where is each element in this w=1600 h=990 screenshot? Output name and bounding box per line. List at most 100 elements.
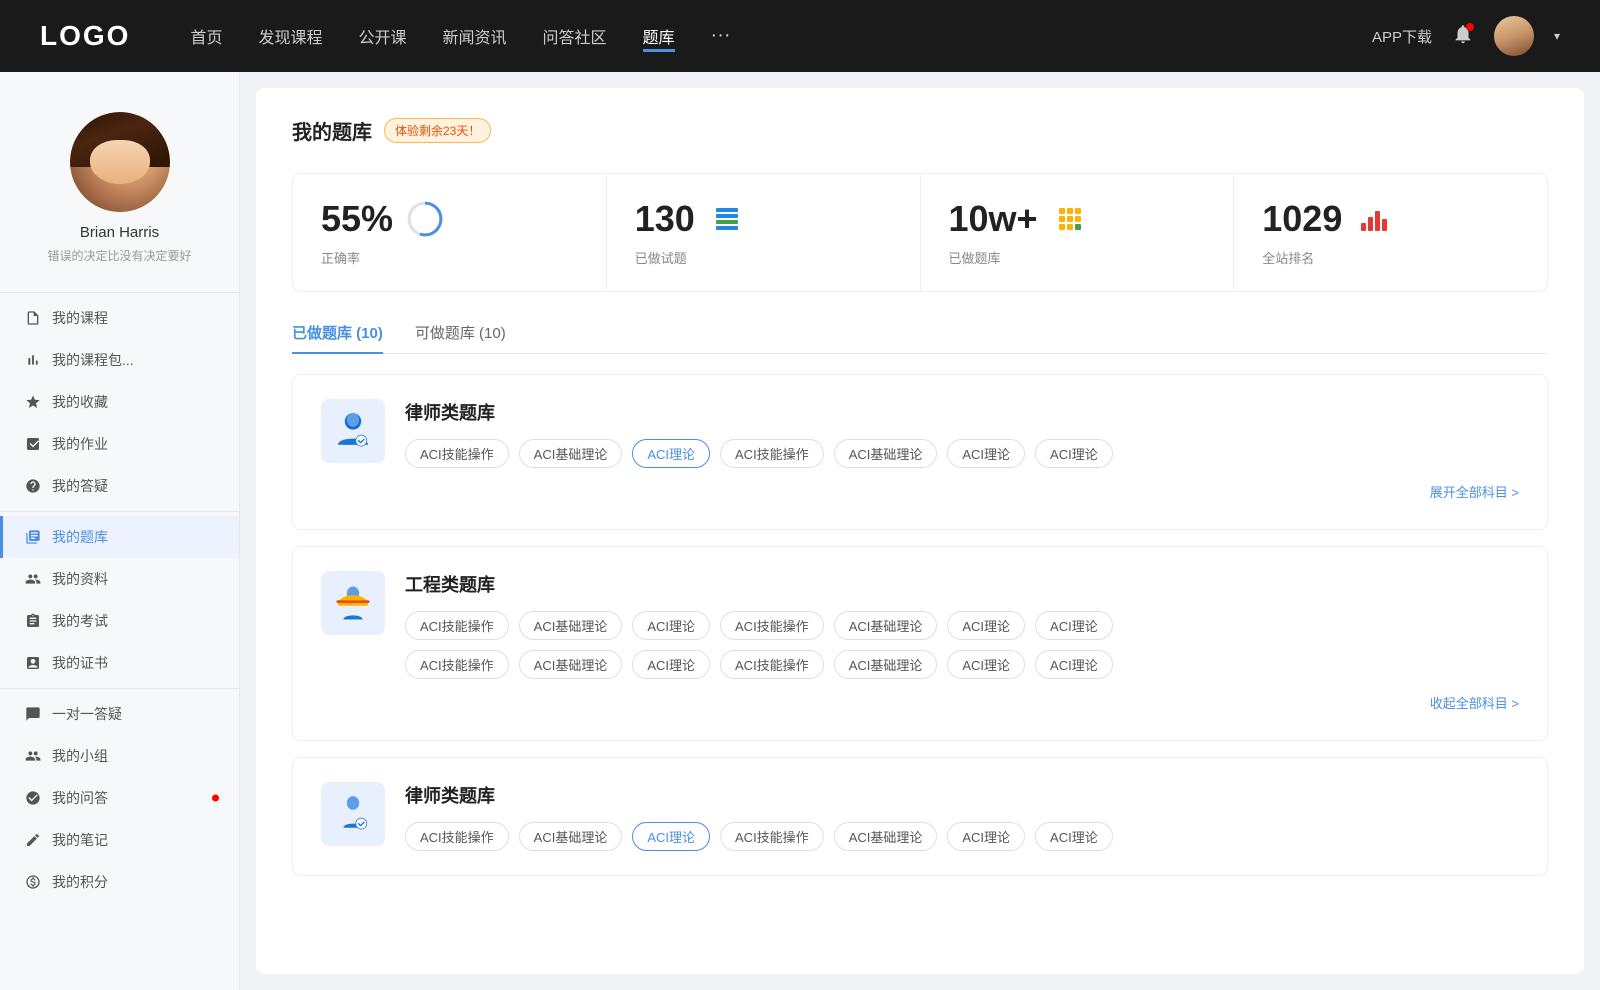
sidebar-label-my-course: 我的课程: [52, 308, 108, 328]
qbank-card-lawyer-2: 律师类题库 ACI技能操作 ACI基础理论 ACI理论 ACI技能操作 ACI基…: [292, 757, 1548, 876]
tab-done-qbanks[interactable]: 已做题库 (10): [292, 322, 383, 353]
avatar: [70, 112, 170, 212]
tab-available-qbanks[interactable]: 可做题库 (10): [415, 322, 506, 353]
sidebar-item-my-points[interactable]: 我的积分: [0, 861, 239, 903]
sidebar-label-favorites: 我的收藏: [52, 392, 108, 412]
nav-more[interactable]: ···: [711, 20, 731, 52]
sidebar-item-my-course[interactable]: 我的课程: [0, 297, 239, 339]
stat-rank-value: 1029: [1262, 198, 1342, 240]
nav-news[interactable]: 新闻资讯: [443, 20, 507, 52]
tag-2-5[interactable]: ACI理论: [947, 822, 1025, 851]
tag-1-5[interactable]: ACI理论: [947, 611, 1025, 640]
sidebar-item-my-cert[interactable]: 我的证书: [0, 642, 239, 684]
resource-icon: [24, 570, 42, 588]
nav-open-course[interactable]: 公开课: [358, 20, 406, 52]
tag-2-0[interactable]: ACI技能操作: [405, 822, 509, 851]
tag-1-r2-0[interactable]: ACI技能操作: [405, 650, 509, 679]
stat-done-questions: 130 已做试题: [607, 174, 921, 291]
file-icon: [24, 309, 42, 327]
expand-link-row-1: 展开全部科目 >: [405, 478, 1519, 505]
tag-0-6[interactable]: ACI理论: [1035, 439, 1113, 468]
sidebar-divider-3: [0, 688, 239, 689]
app-download-button[interactable]: APP下载: [1372, 26, 1432, 47]
tag-0-0[interactable]: ACI技能操作: [405, 439, 509, 468]
user-avatar[interactable]: [1494, 16, 1534, 56]
qbank-icon-engineer: [321, 571, 385, 635]
tag-0-1[interactable]: ACI基础理论: [519, 439, 623, 468]
sidebar-item-favorites[interactable]: 我的收藏: [0, 381, 239, 423]
tag-1-4[interactable]: ACI基础理论: [834, 611, 938, 640]
notification-bell[interactable]: [1452, 23, 1474, 50]
stat-rank-label: 全站排名: [1262, 248, 1519, 267]
sidebar-profile: Brian Harris 错误的决定比没有决定要好: [0, 92, 239, 288]
profile-name: Brian Harris: [80, 224, 159, 241]
page-title: 我的题库: [292, 116, 372, 145]
sidebar-label-my-exam: 我的考试: [52, 611, 108, 631]
sidebar-item-my-qa[interactable]: 我的答疑: [0, 465, 239, 507]
avatar-image: [70, 112, 170, 212]
grid-icon: [1052, 201, 1088, 237]
trial-badge: 体验剩余23天！: [384, 118, 491, 143]
tag-1-1[interactable]: ACI基础理论: [519, 611, 623, 640]
sidebar-item-course-package[interactable]: 我的课程包...: [0, 339, 239, 381]
nav-qa[interactable]: 问答社区: [543, 20, 607, 52]
stat-done-questions-value: 130: [635, 198, 695, 240]
nav-home[interactable]: 首页: [190, 20, 222, 52]
tag-1-r2-4[interactable]: ACI基础理论: [834, 650, 938, 679]
tag-1-r2-1[interactable]: ACI基础理论: [519, 650, 623, 679]
sidebar-item-my-resources[interactable]: 我的资料: [0, 558, 239, 600]
nav-discover[interactable]: 发现课程: [258, 20, 322, 52]
tabs-row: 已做题库 (10) 可做题库 (10): [292, 322, 1548, 354]
tag-2-3[interactable]: ACI技能操作: [720, 822, 824, 851]
stat-accuracy: 55% 正确率: [293, 174, 607, 291]
tag-2-4[interactable]: ACI基础理论: [834, 822, 938, 851]
sidebar-item-my-qbank[interactable]: 我的题库: [0, 516, 239, 558]
sidebar-divider-1: [0, 292, 239, 293]
tag-0-3[interactable]: ACI技能操作: [720, 439, 824, 468]
qbank-card-engineer: 工程类题库 ACI技能操作 ACI基础理论 ACI理论 ACI技能操作 ACI基…: [292, 546, 1548, 741]
nav-qbank[interactable]: 题库: [643, 20, 675, 52]
tag-1-r2-3[interactable]: ACI技能操作: [720, 650, 824, 679]
qbank-icon: [24, 528, 42, 546]
stat-rank-top: 1029: [1262, 198, 1519, 240]
sidebar-item-my-exam[interactable]: 我的考试: [0, 600, 239, 642]
qbank-tags-2-row2: ACI技能操作 ACI基础理论 ACI理论 ACI技能操作 ACI基础理论 AC…: [405, 650, 1519, 679]
sidebar-label-my-qa: 我的答疑: [52, 476, 108, 496]
stat-accuracy-top: 55%: [321, 198, 578, 240]
tag-1-2[interactable]: ACI理论: [632, 611, 710, 640]
expand-all-link-1[interactable]: 展开全部科目 >: [1430, 478, 1519, 505]
tag-0-5[interactable]: ACI理论: [947, 439, 1025, 468]
sidebar-item-my-questions[interactable]: 我的问答: [0, 777, 239, 819]
nav-right: APP下载 ▾: [1372, 16, 1560, 56]
sidebar-item-my-group[interactable]: 我的小组: [0, 735, 239, 777]
user-dropdown-arrow[interactable]: ▾: [1554, 29, 1560, 43]
sidebar-label-my-points: 我的积分: [52, 872, 108, 892]
group-icon: [24, 747, 42, 765]
tag-2-6[interactable]: ACI理论: [1035, 822, 1113, 851]
tag-1-r2-2[interactable]: ACI理论: [632, 650, 710, 679]
tag-1-3[interactable]: ACI技能操作: [720, 611, 824, 640]
tag-2-1[interactable]: ACI基础理论: [519, 822, 623, 851]
sidebar-item-my-notes[interactable]: 我的笔记: [0, 819, 239, 861]
tag-0-2[interactable]: ACI理论: [632, 439, 710, 468]
notification-dot: [1466, 23, 1474, 31]
tag-0-4[interactable]: ACI基础理论: [834, 439, 938, 468]
sidebar-item-one-on-one[interactable]: 一对一答疑: [0, 693, 239, 735]
star-icon: [24, 393, 42, 411]
tag-1-r2-6[interactable]: ACI理论: [1035, 650, 1113, 679]
tag-1-0[interactable]: ACI技能操作: [405, 611, 509, 640]
exam-icon: [24, 612, 42, 630]
tag-2-2[interactable]: ACI理论: [632, 822, 710, 851]
collapse-all-link-2[interactable]: 收起全部科目 >: [1430, 689, 1519, 716]
main-layout: Brian Harris 错误的决定比没有决定要好 我的课程 我的课程包... …: [0, 72, 1600, 990]
stat-done-qbanks-value: 10w+: [949, 198, 1038, 240]
qa-icon: [24, 789, 42, 807]
tag-1-r2-5[interactable]: ACI理论: [947, 650, 1025, 679]
qbank-card-lawyer-1: 律师类题库 ACI技能操作 ACI基础理论 ACI理论 ACI技能操作 ACI基…: [292, 374, 1548, 530]
sidebar-item-homework[interactable]: 我的作业: [0, 423, 239, 465]
content-header: 我的题库 体验剩余23天！: [292, 116, 1548, 145]
stat-accuracy-label: 正确率: [321, 248, 578, 267]
tag-1-6[interactable]: ACI理论: [1035, 611, 1113, 640]
qbank-tags-2: ACI技能操作 ACI基础理论 ACI理论 ACI技能操作 ACI基础理论 AC…: [405, 611, 1519, 640]
bar-chart-icon: [1356, 201, 1392, 237]
